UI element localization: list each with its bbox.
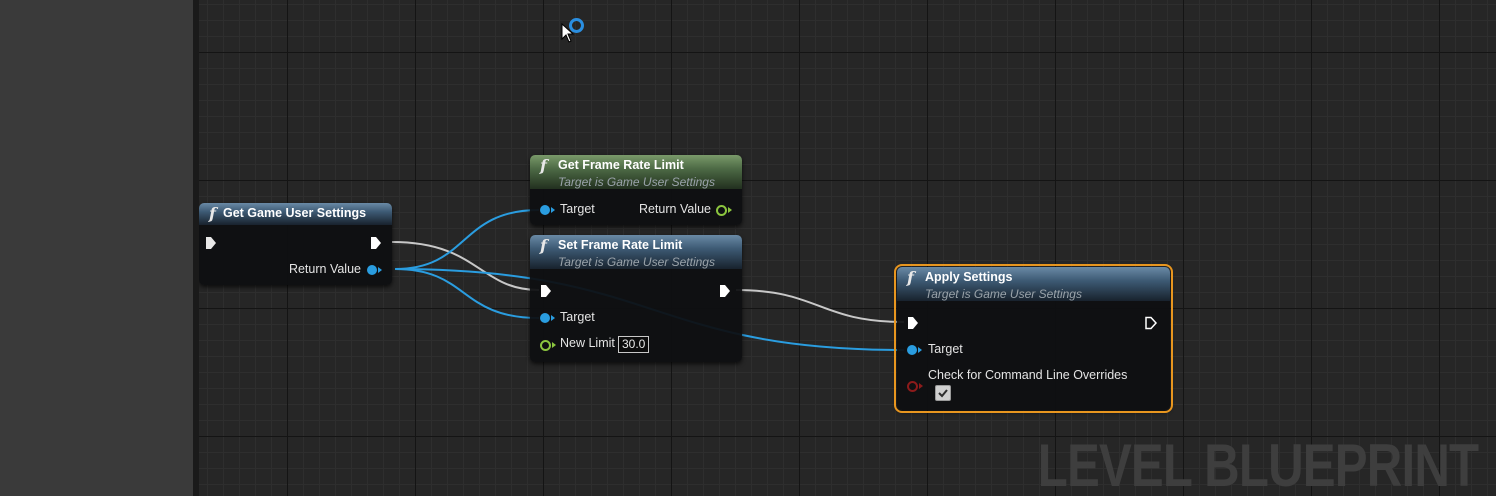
node-title: Set Frame Rate Limit [558,238,683,252]
command-line-overrides-pin[interactable] [907,381,923,392]
exec-in-pin-icon[interactable] [539,284,553,298]
node-get-game-user-settings[interactable]: f Get Game User Settings Return Value [199,203,392,285]
command-line-overrides-checkbox[interactable] [935,385,951,401]
function-icon: f [540,156,547,175]
node-subtitle: Target is Game User Settings [558,255,715,269]
new-limit-input[interactable]: 30.0 [618,336,650,353]
function-icon: f [907,268,914,287]
target-pin[interactable] [907,345,922,355]
return-value-float-pin[interactable] [716,205,732,216]
exec-out-pin-icon[interactable] [1144,316,1158,330]
node-title: Get Frame Rate Limit [558,158,684,172]
return-value-label: Return Value [638,202,711,216]
blueprint-graph[interactable]: f Get Game User Settings Return Value f … [199,0,1496,496]
node-subtitle: Target is Game User Settings [925,287,1082,301]
exec-in-pin-icon[interactable] [204,236,218,250]
command-line-overrides-label: Check for Command Line Overrides [928,368,1128,382]
target-pin[interactable] [540,205,555,215]
new-limit-pin[interactable] [540,340,556,351]
target-pin[interactable] [540,313,555,323]
function-icon: f [209,204,216,223]
node-title: Get Game User Settings [223,206,367,220]
node-header[interactable]: f Apply Settings Target is Game User Set… [897,267,1170,301]
return-value-label: Return Value [288,262,361,276]
node-get-frame-rate-limit[interactable]: f Get Frame Rate Limit Target is Game Us… [530,155,742,225]
target-label: Target [928,342,963,356]
details-panel [0,0,193,496]
exec-wire-get-settings-to-set [391,241,540,291]
node-header[interactable]: f Get Game User Settings [199,203,392,225]
level-blueprint-watermark: LEVEL BLUEPRINT [1037,432,1478,496]
node-header[interactable]: f Get Frame Rate Limit Target is Game Us… [530,155,742,189]
exec-out-pin-icon[interactable] [369,236,383,250]
new-limit-label: New Limit [560,336,615,350]
busy-spinner-icon [569,18,584,33]
node-apply-settings[interactable]: f Apply Settings Target is Game User Set… [894,264,1173,413]
node-subtitle: Target is Game User Settings [558,175,715,189]
checkmark-icon [938,389,948,398]
node-set-frame-rate-limit[interactable]: f Set Frame Rate Limit Target is Game Us… [530,235,742,362]
node-header[interactable]: f Set Frame Rate Limit Target is Game Us… [530,235,742,269]
function-icon: f [540,236,547,255]
target-label: Target [560,202,595,216]
exec-in-pin-icon[interactable] [906,316,920,330]
wire-layer [391,209,905,351]
return-value-pin[interactable] [367,265,382,275]
node-title: Apply Settings [925,270,1013,284]
target-label: Target [560,310,595,324]
exec-out-pin-icon[interactable] [718,284,732,298]
exec-wire-set-to-apply [735,289,905,323]
